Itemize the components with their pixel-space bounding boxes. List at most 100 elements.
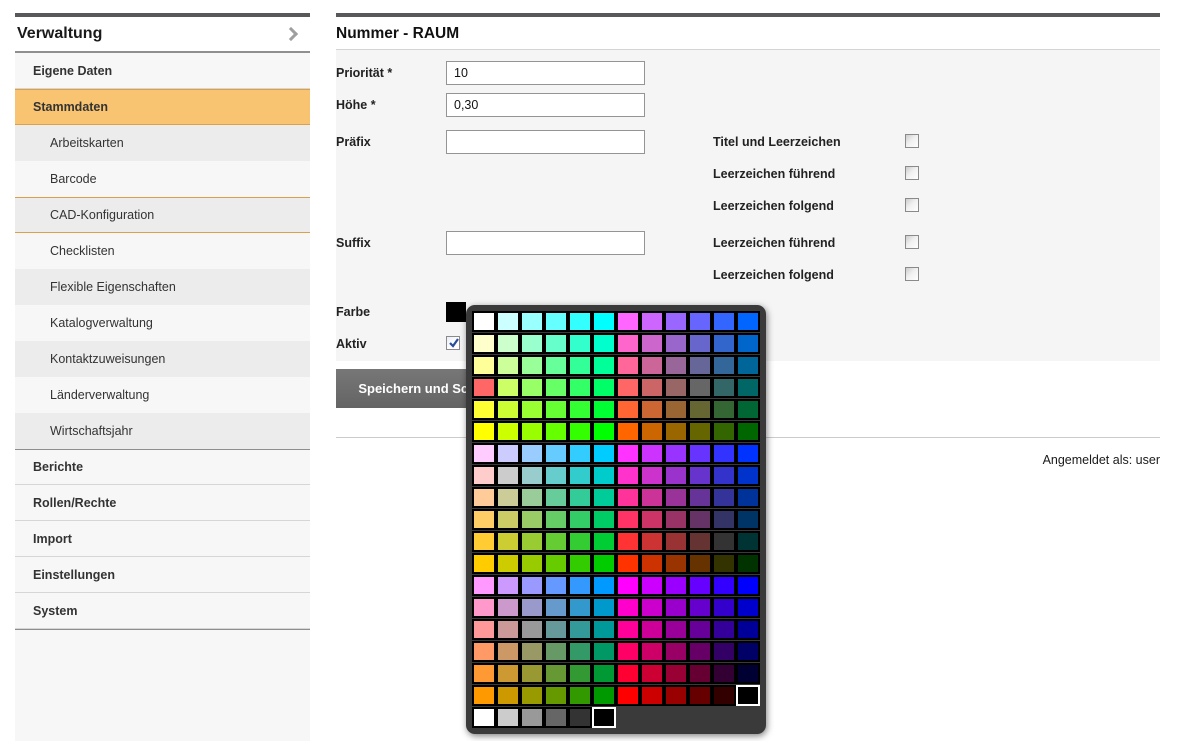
palette-swatch[interactable] (544, 443, 568, 464)
palette-swatch[interactable] (712, 399, 736, 420)
palette-swatch[interactable] (616, 597, 640, 618)
palette-swatch[interactable] (736, 509, 760, 530)
palette-swatch[interactable] (616, 421, 640, 442)
palette-swatch[interactable] (712, 465, 736, 486)
palette-swatch[interactable] (616, 377, 640, 398)
palette-swatch[interactable] (520, 707, 544, 728)
palette-swatch[interactable] (664, 421, 688, 442)
palette-swatch[interactable] (640, 663, 664, 684)
sidebar-item[interactable]: Berichte (15, 449, 310, 485)
palette-swatch[interactable] (544, 707, 568, 728)
palette-swatch[interactable] (640, 311, 664, 332)
palette-swatch[interactable] (520, 487, 544, 508)
palette-swatch[interactable] (568, 641, 592, 662)
palette-swatch[interactable] (640, 465, 664, 486)
palette-swatch[interactable] (736, 553, 760, 574)
palette-swatch[interactable] (496, 663, 520, 684)
palette-swatch[interactable] (616, 663, 640, 684)
palette-swatch[interactable] (688, 465, 712, 486)
palette-swatch[interactable] (544, 421, 568, 442)
palette-swatch[interactable] (592, 575, 616, 596)
sidebar-item[interactable]: System (15, 593, 310, 629)
palette-swatch[interactable] (568, 355, 592, 376)
palette-swatch[interactable] (520, 663, 544, 684)
palette-swatch[interactable] (592, 333, 616, 354)
palette-swatch[interactable] (544, 531, 568, 552)
palette-swatch[interactable] (736, 575, 760, 596)
palette-swatch[interactable] (640, 443, 664, 464)
praefix-input[interactable] (446, 130, 645, 154)
suffix-input[interactable] (446, 231, 645, 255)
palette-swatch[interactable] (544, 465, 568, 486)
sidebar-header[interactable]: Verwaltung (15, 17, 310, 51)
palette-swatch[interactable] (592, 685, 616, 706)
palette-swatch[interactable] (472, 619, 496, 640)
farbe-color-swatch[interactable] (446, 302, 466, 322)
palette-swatch[interactable] (664, 465, 688, 486)
palette-swatch[interactable] (640, 685, 664, 706)
palette-swatch[interactable] (496, 443, 520, 464)
palette-swatch[interactable] (688, 333, 712, 354)
palette-swatch[interactable] (616, 531, 640, 552)
palette-swatch[interactable] (520, 333, 544, 354)
palette-swatch[interactable] (472, 421, 496, 442)
palette-swatch[interactable] (496, 685, 520, 706)
sidebar-item[interactable]: Eigene Daten (15, 53, 310, 89)
palette-swatch[interactable] (712, 597, 736, 618)
palette-swatch[interactable] (520, 553, 544, 574)
palette-swatch[interactable] (688, 399, 712, 420)
palette-swatch[interactable] (688, 663, 712, 684)
palette-swatch[interactable] (472, 333, 496, 354)
palette-swatch[interactable] (496, 707, 520, 728)
palette-swatch[interactable] (688, 311, 712, 332)
palette-swatch[interactable] (664, 399, 688, 420)
palette-swatch[interactable] (712, 443, 736, 464)
palette-swatch[interactable] (688, 443, 712, 464)
palette-swatch[interactable] (568, 685, 592, 706)
palette-swatch[interactable] (472, 465, 496, 486)
palette-swatch[interactable] (688, 641, 712, 662)
palette-swatch[interactable] (568, 597, 592, 618)
palette-swatch[interactable] (712, 509, 736, 530)
palette-swatch[interactable] (544, 399, 568, 420)
palette-swatch[interactable] (472, 575, 496, 596)
palette-swatch[interactable] (592, 509, 616, 530)
palette-swatch[interactable] (616, 575, 640, 596)
palette-swatch[interactable] (520, 597, 544, 618)
sidebar-item[interactable]: Barcode (15, 161, 310, 197)
palette-swatch[interactable] (712, 333, 736, 354)
palette-swatch[interactable] (568, 377, 592, 398)
palette-swatch[interactable] (664, 575, 688, 596)
palette-swatch[interactable] (640, 487, 664, 508)
palette-swatch[interactable] (544, 553, 568, 574)
palette-swatch[interactable] (472, 399, 496, 420)
palette-swatch[interactable] (568, 663, 592, 684)
palette-swatch[interactable] (736, 465, 760, 486)
palette-swatch[interactable] (544, 333, 568, 354)
palette-swatch[interactable] (688, 597, 712, 618)
palette-swatch[interactable] (544, 487, 568, 508)
palette-swatch[interactable] (688, 421, 712, 442)
palette-swatch[interactable] (712, 575, 736, 596)
palette-swatch[interactable] (568, 707, 592, 728)
palette-swatch[interactable] (688, 531, 712, 552)
palette-swatch[interactable] (616, 641, 640, 662)
palette-swatch[interactable] (568, 421, 592, 442)
palette-swatch[interactable] (472, 311, 496, 332)
palette-swatch[interactable] (736, 377, 760, 398)
palette-swatch[interactable] (520, 619, 544, 640)
palette-swatch[interactable] (712, 641, 736, 662)
palette-swatch[interactable] (592, 707, 616, 728)
palette-swatch[interactable] (712, 531, 736, 552)
palette-swatch[interactable] (688, 685, 712, 706)
palette-swatch[interactable] (472, 707, 496, 728)
palette-swatch[interactable] (592, 619, 616, 640)
palette-swatch[interactable] (592, 421, 616, 442)
palette-swatch[interactable] (712, 487, 736, 508)
palette-swatch[interactable] (736, 487, 760, 508)
palette-swatch[interactable] (472, 597, 496, 618)
palette-swatch[interactable] (736, 443, 760, 464)
palette-swatch[interactable] (616, 443, 640, 464)
palette-swatch[interactable] (736, 421, 760, 442)
palette-swatch[interactable] (712, 421, 736, 442)
